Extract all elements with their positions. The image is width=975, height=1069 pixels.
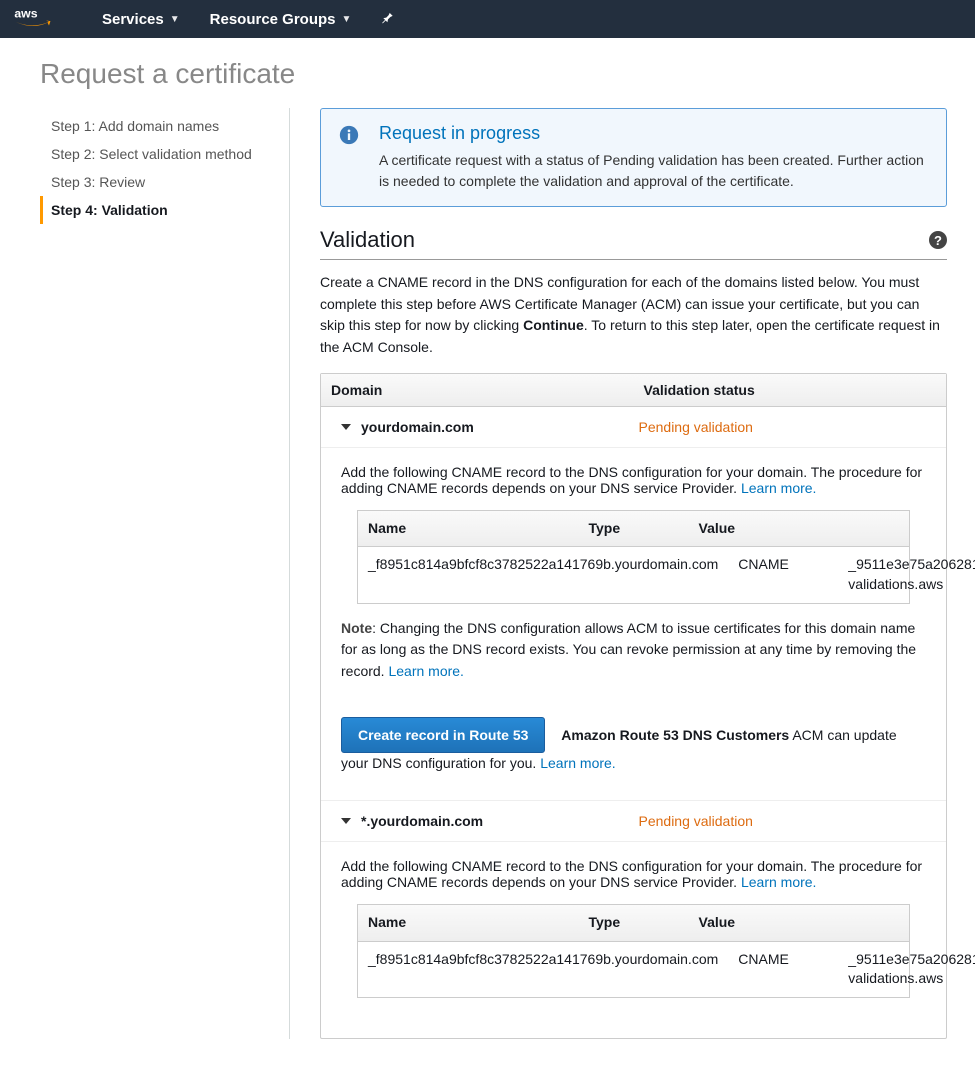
cname-table: Name Type Value _f8951c814a9bfcf8c378252… [357,510,910,604]
cname-value: _9511e3e75a206281b2fc9549b068861f.acm-va… [838,942,975,997]
domain-row: *.yourdomain.com Pending validation [321,801,946,842]
cname-name: _f8951c814a9bfcf8c3782522a141769b.yourdo… [358,942,728,997]
domain-toggle[interactable]: yourdomain.com [341,419,639,435]
section-title: Validation [320,227,415,253]
nav-resource-groups-label: Resource Groups [210,11,336,28]
cname-col-name: Name [358,905,579,941]
cname-col-name: Name [358,511,579,547]
page-title: Request a certificate [40,58,947,90]
domain-name: yourdomain.com [361,419,474,435]
nav-services[interactable]: Services ▼ [102,11,180,28]
domain-toggle[interactable]: *.yourdomain.com [341,813,639,829]
learn-more-link[interactable]: Learn more. [741,874,816,890]
dns-note: Note: Changing the DNS configuration all… [341,618,926,683]
help-icon[interactable]: ? [929,231,947,249]
cname-col-type: Type [579,511,689,547]
aws-top-nav: aws Services ▼ Resource Groups ▼ [0,0,975,38]
cname-type: CNAME [728,547,838,602]
learn-more-link[interactable]: Learn more. [540,755,615,771]
caret-down-icon [341,818,351,824]
step-3[interactable]: Step 3: Review [40,168,269,196]
info-icon [339,123,359,192]
info-box: Request in progress A certificate reques… [320,108,947,207]
nav-resource-groups[interactable]: Resource Groups ▼ [210,11,352,28]
info-title: Request in progress [379,123,928,144]
domain-row: yourdomain.com Pending validation [321,407,946,448]
cname-col-value: Value [689,511,910,547]
svg-text:aws: aws [14,7,37,21]
col-domain: Domain [321,374,634,406]
cname-col-type: Type [579,905,689,941]
add-cname-instruction: Add the following CNAME record to the DN… [341,464,926,496]
aws-logo[interactable]: aws [14,6,58,32]
chevron-down-icon: ▼ [342,14,352,25]
domain-details: Add the following CNAME record to the DN… [321,842,946,1038]
step-2[interactable]: Step 2: Select validation method [40,140,269,168]
caret-down-icon [341,424,351,430]
cname-col-value: Value [689,905,910,941]
add-cname-instruction: Add the following CNAME record to the DN… [341,858,926,890]
cname-type: CNAME [728,942,838,997]
domain-name: *.yourdomain.com [361,813,483,829]
create-route53-button[interactable]: Create record in Route 53 [341,717,545,753]
domain-table: Domain Validation status yourdomain.com … [320,373,947,1039]
step-1[interactable]: Step 1: Add domain names [40,112,269,140]
domain-status: Pending validation [639,419,937,435]
learn-more-link[interactable]: Learn more. [388,663,463,679]
col-status: Validation status [634,374,947,406]
info-text: A certificate request with a status of P… [379,150,928,192]
steps-sidebar: Step 1: Add domain names Step 2: Select … [40,108,290,1039]
nav-services-label: Services [102,11,164,28]
cname-table: Name Type Value _f8951c814a9bfcf8c378252… [357,904,910,998]
section-description: Create a CNAME record in the DNS configu… [320,272,947,359]
chevron-down-icon: ▼ [170,14,180,25]
domain-details: Add the following CNAME record to the DN… [321,448,946,802]
pin-icon[interactable] [381,10,395,29]
step-4[interactable]: Step 4: Validation [40,196,269,224]
cname-value: _9511e3e75a206281b2fc9549b068861f.acm-va… [838,547,975,602]
cname-name: _f8951c814a9bfcf8c3782522a141769b.yourdo… [358,547,728,602]
learn-more-link[interactable]: Learn more. [741,480,816,496]
domain-status: Pending validation [639,813,937,829]
